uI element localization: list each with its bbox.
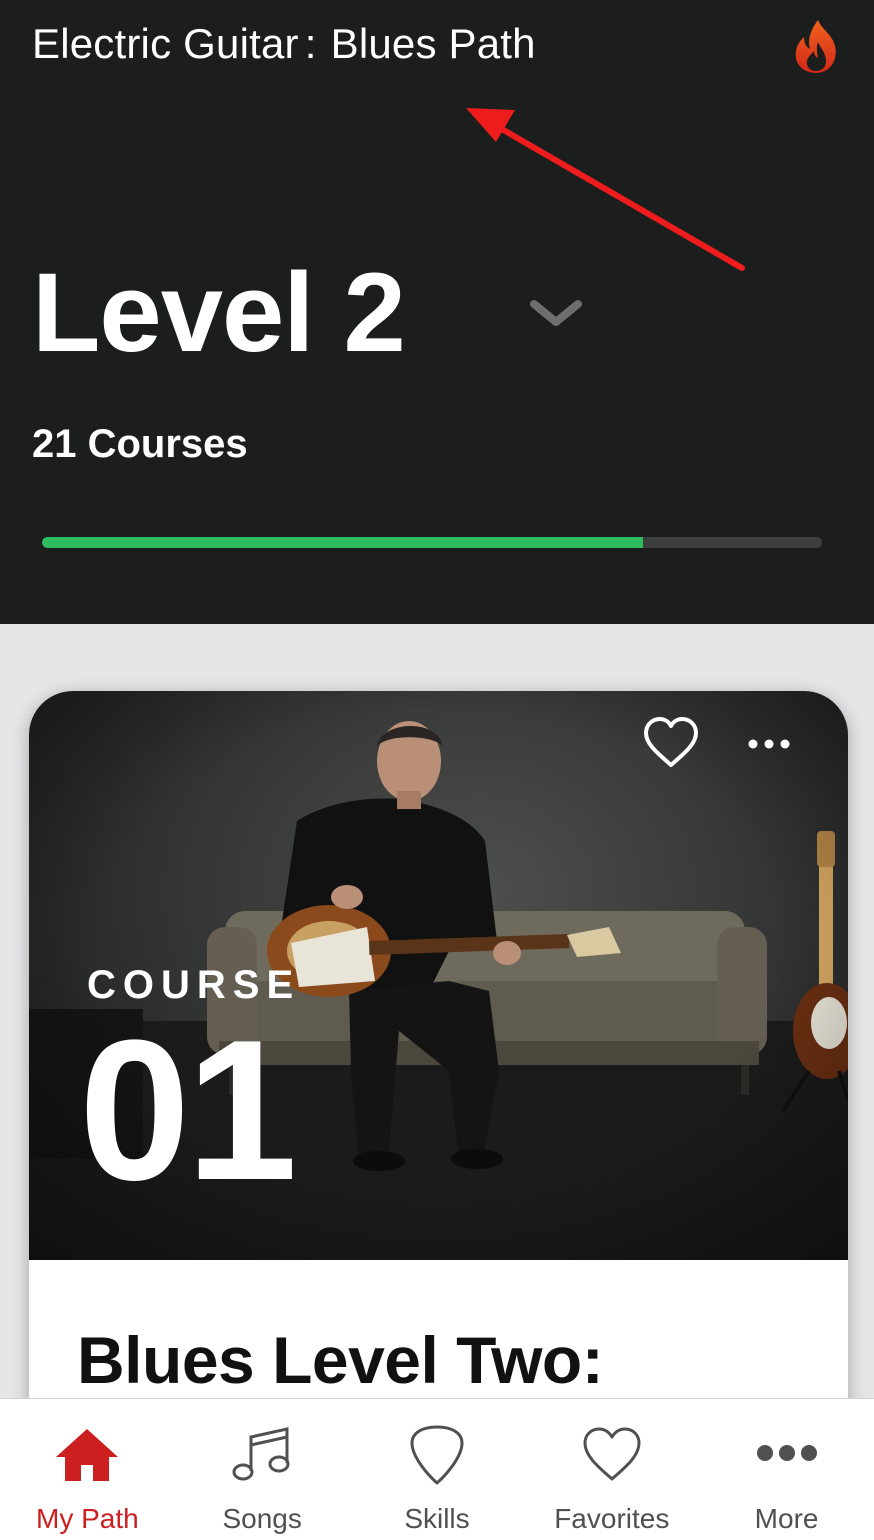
heart-icon: [583, 1427, 641, 1481]
path-title[interactable]: Electric Guitar: Blues Path: [32, 20, 536, 68]
tab-my-path[interactable]: My Path: [0, 1399, 175, 1540]
course-count: 21 Courses: [32, 422, 248, 466]
path-header: Electric Guitar: Blues Path Level 2 21 Co…: [0, 0, 874, 624]
tab-more[interactable]: More: [699, 1399, 874, 1540]
tab-label: More: [754, 1503, 819, 1534]
tab-skills[interactable]: Skills: [350, 1399, 525, 1540]
course-number: 01: [79, 999, 297, 1222]
tab-label: Skills: [404, 1503, 470, 1534]
chevron-down-icon[interactable]: [528, 296, 584, 330]
course-card[interactable]: COURSE 01 Blues Level Two:: [29, 691, 848, 1451]
level-title[interactable]: Level 2: [32, 248, 406, 377]
title-separator: :: [304, 20, 317, 67]
ellipsis-icon[interactable]: [743, 727, 799, 761]
ellipsis-icon: [756, 1445, 817, 1461]
tab-label: My Path: [36, 1503, 139, 1534]
course-cover-image: COURSE 01: [29, 691, 848, 1260]
path-name: Blues Path: [330, 20, 536, 67]
fire-icon[interactable]: [788, 18, 846, 76]
tab-favorites[interactable]: Favorites: [524, 1399, 699, 1540]
tab-label: Songs: [222, 1503, 302, 1534]
home-icon: [56, 1429, 119, 1481]
music-note-icon: [232, 1427, 290, 1481]
level-progress-fill: [42, 537, 643, 548]
bottom-tab-bar: My Path Songs Skills Favorites More: [0, 1398, 874, 1540]
heart-outline-icon[interactable]: [640, 715, 702, 771]
guitar-pick-icon: [410, 1425, 464, 1485]
course-title[interactable]: Blues Level Two:: [77, 1322, 604, 1398]
tab-label: Favorites: [554, 1503, 670, 1534]
instrument-name: Electric Guitar: [32, 20, 299, 67]
level-progress-bar: [42, 537, 822, 548]
tab-songs[interactable]: Songs: [175, 1399, 350, 1540]
